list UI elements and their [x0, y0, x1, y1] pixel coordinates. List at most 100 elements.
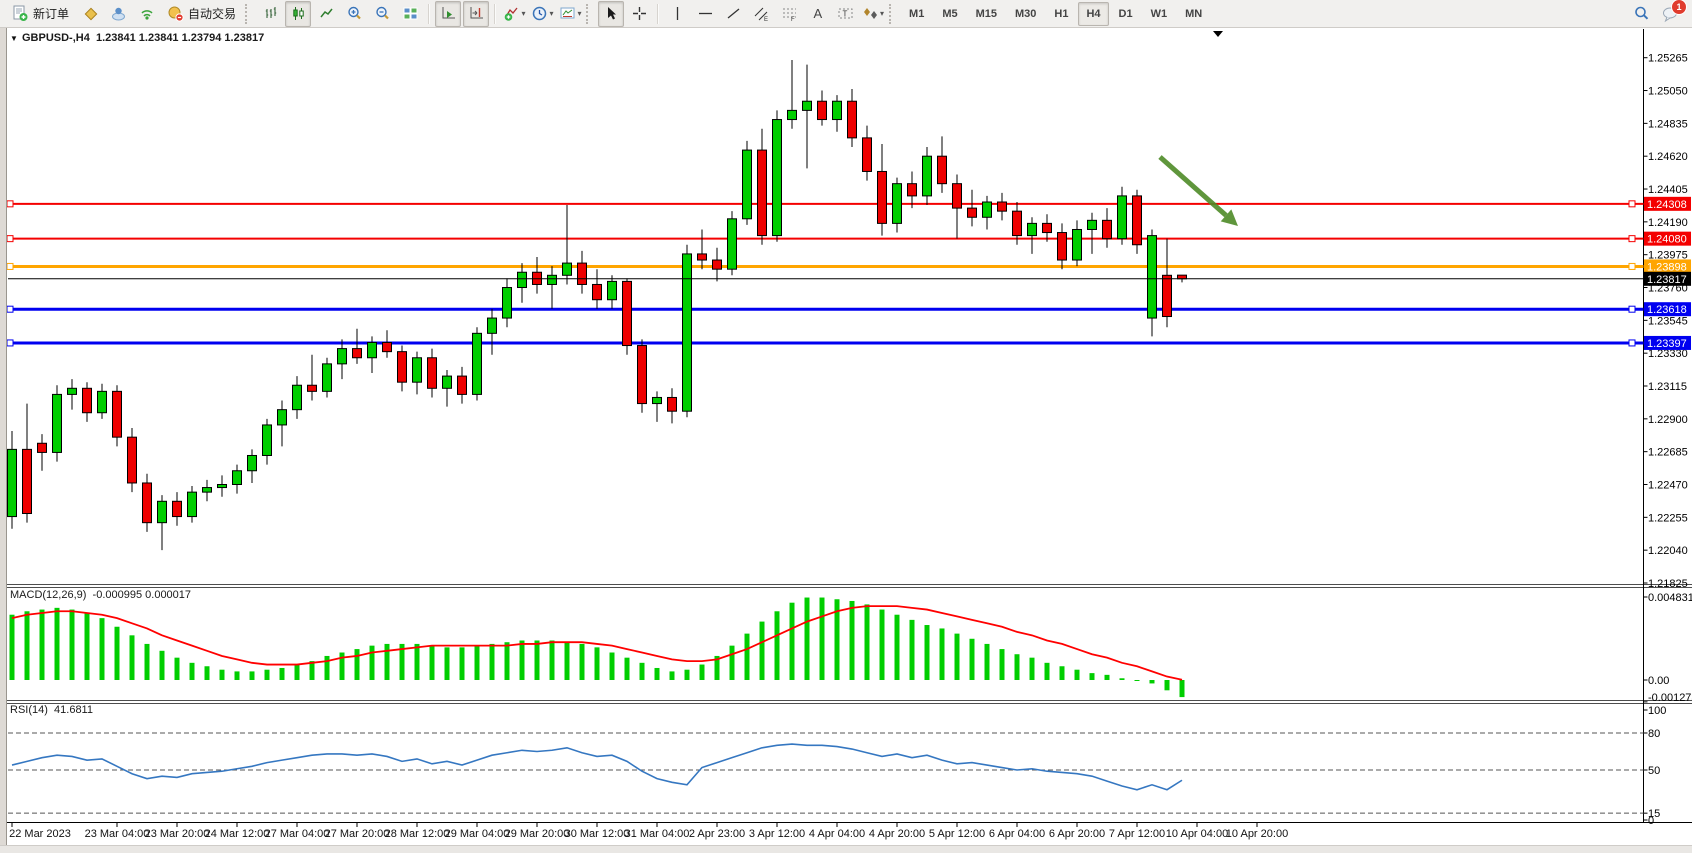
cursor-button[interactable]: [598, 1, 624, 27]
macd-histogram-bar: [655, 668, 660, 680]
macd-histogram-bar: [625, 658, 630, 680]
macd-histogram-bar: [850, 601, 855, 680]
fibonacci-button[interactable]: F: [776, 1, 802, 27]
candle: [188, 492, 197, 516]
gold-button[interactable]: [77, 1, 103, 27]
macd-histogram-bar: [1105, 675, 1110, 680]
candle: [1058, 233, 1067, 260]
tab-timeframe-h4[interactable]: H4: [1078, 2, 1108, 26]
vertical-line-button[interactable]: [664, 1, 690, 27]
horizontal-line-button[interactable]: [692, 1, 718, 27]
zoom-in-button[interactable]: [341, 1, 367, 27]
text-button[interactable]: A: [804, 1, 830, 27]
channel-button[interactable]: E: [748, 1, 774, 27]
candle: [593, 284, 602, 299]
line-handle[interactable]: [1629, 340, 1635, 346]
macd-histogram-bar: [1135, 680, 1140, 681]
auto-scroll-button[interactable]: [435, 1, 461, 27]
line-handle[interactable]: [1629, 263, 1635, 269]
periods-button[interactable]: ▾: [529, 1, 555, 27]
status-strip: [0, 845, 1692, 853]
crosshair-button[interactable]: [626, 1, 652, 27]
toolbar-separator: [494, 4, 496, 24]
candle: [83, 388, 92, 412]
candle: [68, 388, 77, 394]
search-icon: [1633, 5, 1651, 23]
gold-icon: [82, 5, 99, 22]
trendline-button[interactable]: [720, 1, 746, 27]
new-order-button[interactable]: 新订单: [5, 1, 75, 27]
candle: [1163, 275, 1172, 316]
search-button[interactable]: [1629, 1, 1655, 27]
chat-button[interactable]: 1: [1657, 1, 1683, 27]
text-label-button[interactable]: T: [832, 1, 858, 27]
candlestick-button[interactable]: [285, 1, 311, 27]
tile-windows-icon: [402, 5, 419, 22]
macd-histogram-bar: [1180, 680, 1185, 697]
line-handle[interactable]: [7, 236, 13, 242]
price-tick-label: 1.23545: [1648, 315, 1688, 327]
rsi-axis-label: 80: [1648, 728, 1660, 740]
macd-histogram-bar: [640, 663, 645, 680]
tab-timeframe-mn[interactable]: MN: [1177, 2, 1210, 26]
autotrade-button[interactable]: 自动交易: [161, 1, 242, 27]
tab-timeframe-d1[interactable]: D1: [1111, 2, 1141, 26]
zoom-out-button[interactable]: [369, 1, 395, 27]
time-axis-label: 5 Apr 12:00: [929, 828, 985, 840]
indicators-button[interactable]: ▾: [501, 1, 527, 27]
candle: [953, 184, 962, 208]
macd-histogram-bar: [130, 635, 135, 680]
macd-histogram-bar: [55, 608, 60, 680]
svg-text:T: T: [842, 10, 847, 19]
macd-histogram-bar: [760, 622, 765, 680]
macd-histogram-bar: [1060, 666, 1065, 680]
community-button[interactable]: [105, 1, 131, 27]
line-handle[interactable]: [1629, 236, 1635, 242]
macd-histogram-bar: [175, 658, 180, 680]
symbol-collapse-icon[interactable]: ▼: [10, 34, 18, 43]
line-handle[interactable]: [7, 263, 13, 269]
macd-histogram-bar: [205, 666, 210, 680]
time-axis-label: 29 Mar 04:00: [445, 828, 510, 840]
line-handle[interactable]: [7, 201, 13, 207]
tile-windows-button[interactable]: [397, 1, 423, 27]
signals-button[interactable]: [133, 1, 159, 27]
toolbar-grip: [245, 4, 251, 24]
arrows-button[interactable]: ▾: [860, 1, 886, 27]
macd-histogram-bar: [385, 644, 390, 680]
tab-timeframe-w1[interactable]: W1: [1143, 2, 1176, 26]
line-handle[interactable]: [7, 340, 13, 346]
cursor-icon: [603, 5, 620, 22]
tab-timeframe-m30[interactable]: M30: [1007, 2, 1044, 26]
tab-timeframe-m5[interactable]: M5: [934, 2, 965, 26]
macd-histogram-bar: [955, 634, 960, 680]
candle: [518, 272, 527, 287]
candle: [263, 425, 272, 456]
tab-timeframe-m1[interactable]: M1: [901, 2, 932, 26]
price-tick-label: 1.22470: [1648, 479, 1688, 491]
line-handle[interactable]: [1629, 201, 1635, 207]
macd-histogram-bar: [820, 598, 825, 680]
candle: [1028, 223, 1037, 235]
price-tick-label: 1.21825: [1648, 578, 1688, 590]
macd-histogram-bar: [145, 644, 150, 680]
templates-button[interactable]: ▾: [557, 1, 583, 27]
bar-chart-button[interactable]: [257, 1, 283, 27]
macd-histogram-bar: [790, 603, 795, 680]
vertical-line-icon: [669, 5, 686, 22]
zoom-out-icon: [374, 5, 391, 22]
candle: [773, 120, 782, 236]
tab-timeframe-m15[interactable]: M15: [968, 2, 1005, 26]
line-handle[interactable]: [1629, 306, 1635, 312]
chart-shift-button[interactable]: [463, 1, 489, 27]
macd-histogram-bar: [1120, 678, 1125, 680]
trendline-icon: [725, 5, 742, 22]
time-axis-label: 29 Mar 20:00: [505, 828, 570, 840]
line-chart-button[interactable]: [313, 1, 339, 27]
macd-histogram-bar: [745, 634, 750, 680]
macd-histogram-bar: [1045, 663, 1050, 680]
rsi-value: 41.6811: [54, 704, 93, 716]
tab-timeframe-h1[interactable]: H1: [1046, 2, 1076, 26]
line-handle[interactable]: [7, 306, 13, 312]
candle: [848, 101, 857, 138]
